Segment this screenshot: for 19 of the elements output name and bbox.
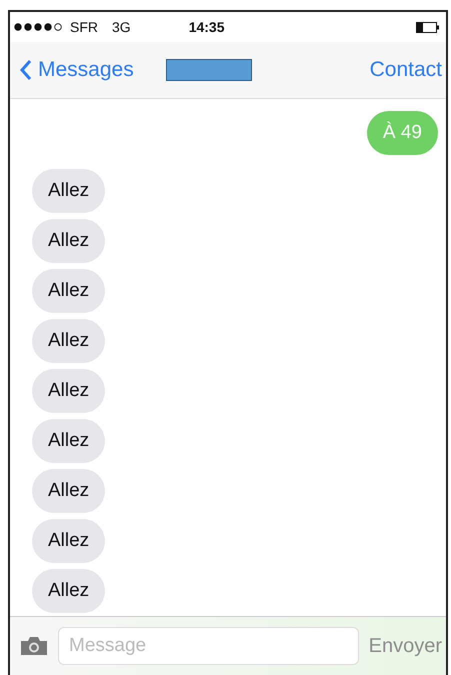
network-type: 3G <box>112 19 131 35</box>
message-input-field[interactable]: Message <box>58 627 359 665</box>
received-message-bubble: Allez <box>32 319 106 363</box>
received-message-bubble: Allez <box>32 469 106 513</box>
received-message-bubble: Allez <box>32 419 106 463</box>
received-message-bubble: Allez <box>32 219 106 263</box>
clock-time: 14:35 <box>188 19 224 35</box>
received-message-bubble: Allez <box>32 269 106 313</box>
chevron-left-icon <box>20 59 32 81</box>
back-link[interactable]: Messages <box>20 58 134 82</box>
battery-icon <box>416 22 440 32</box>
carrier-name: SFR <box>70 19 98 35</box>
camera-icon[interactable] <box>20 636 48 656</box>
contact-link[interactable]: Contact <box>370 58 442 82</box>
sent-message-bubble: À 49 <box>366 111 438 155</box>
received-message-bubble: Allez <box>32 569 106 613</box>
received-message-bubble: Allez <box>32 169 106 213</box>
received-message-bubble: Allez <box>32 519 106 563</box>
received-message-bubble: Allez <box>32 369 106 413</box>
